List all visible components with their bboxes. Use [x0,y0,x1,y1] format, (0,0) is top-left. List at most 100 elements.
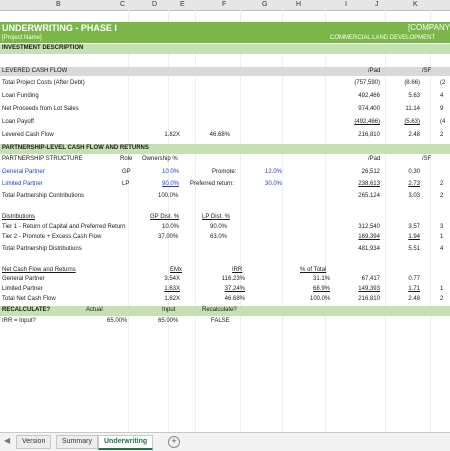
sf-value: (8.66) [404,80,420,86]
company-name: [COMPANY [408,23,450,32]
table-row[interactable]: Loan Funding 492,466 5.63 4 [0,92,450,101]
row-label: Levered Cash Flow [2,132,54,138]
row-label: Loan Funding [2,93,39,99]
distributions-header-row: Distributions GP Dist. % LP Dist. % [0,213,450,222]
pct-value: 31.1% [312,276,330,282]
col-pad-label: /Pad [368,156,381,162]
extra-value: 2 [440,132,444,138]
ownership-value: 100.0% [158,193,179,199]
table-row[interactable]: Limited Partner 1.63X 37.24% 68.9% 149,3… [0,285,450,294]
pref-return-value: 30.0% [265,181,283,187]
extra-value: 4 [440,93,444,99]
sf-value: 11.14 [405,106,420,112]
row-label: IRR = Input? [2,318,36,324]
gp-dist-label: GP Dist. % [150,214,180,220]
col-header-k[interactable]: K [413,1,418,8]
table-row[interactable]: Net Proceeds from Lot Sales 974,400 11.1… [0,105,450,114]
sf-value: 3.57 [408,224,420,230]
table-row[interactable]: Tier 2 - Promote + Excess Cash Flow 37.0… [0,233,450,242]
extra-value: 4 [440,246,444,252]
col-header-e[interactable]: E [180,1,185,8]
col-header-d[interactable]: D [152,1,157,8]
extra-value: (4 [440,119,446,125]
table-row[interactable]: General Partner GP 10.0% Promote: 12.0% … [0,168,450,177]
pad-value: 481,934 [358,246,380,252]
pct-total-label: % of Total [300,267,327,273]
title-row: UNDERWRITING - PHASE I [COMPANY [0,22,450,34]
emx-value: 3.54X [164,276,180,282]
pct-value: 100.0% [310,296,331,302]
table-row-total[interactable]: Total Partnership Distributions 481,934 … [0,245,450,254]
net-cash-flow-header: Net Cash Flow and Returns [2,267,76,273]
row-label: Limited Partner [2,286,43,292]
table-row-total[interactable]: Levered Cash Flow 1.82X 46.68% 216,810 2… [0,131,450,140]
pad-value: 216,810 [358,132,380,138]
promote-label: Promote: [212,169,237,175]
pad-value: 149,393 [358,286,380,292]
col-header-h[interactable]: H [296,1,301,8]
pad-value: 238,613 [358,181,380,187]
table-row[interactable]: General Partner 3.54X 116.23% 31.1% 67,4… [0,275,450,284]
actual-value: 65.00% [107,318,128,324]
sf-value: 2.48 [408,132,420,138]
col-header-b[interactable]: B [56,1,61,8]
pad-value: 26,512 [361,169,380,175]
table-row-total[interactable]: Total Net Cash Flow 1.82X 46.68% 100.0% … [0,295,450,304]
structure-label: PARTNERSHIP STRUCTURE [2,156,83,162]
ownership-value: 90.0% [162,181,180,187]
sf-value: 2.48 [408,296,420,302]
row-label: Loan Payoff [2,119,34,125]
extra-value: 2 [440,296,444,302]
emx-value: 1.63X [164,286,180,292]
irr-value: 46.68% [224,296,245,302]
extra-value: 2 [440,181,444,187]
pad-value: 216,810 [358,296,380,302]
pad-value: 492,466 [358,93,380,99]
col-header-c[interactable]: C [120,1,125,8]
sheet-tab-underwriting[interactable]: Underwriting [98,435,154,450]
pref-return-label: Preferred return: [190,181,235,187]
col-header-g[interactable]: G [262,1,267,8]
row-label: General Partner [2,276,45,282]
table-row[interactable]: Loan Payoff (492,466) (5.63) (4 [0,118,450,127]
prev-sheet-icon[interactable]: ◀ [4,437,12,445]
input-value[interactable]: 65.00% [158,318,178,324]
table-row-total[interactable]: Total Partnership Contributions 100.0% 2… [0,192,450,201]
pct-value: 68.9% [312,286,330,292]
promote-value: 12.0% [265,169,283,175]
lp-dist-label: LP Dist. % [202,214,230,220]
pad-value: (492,466) [354,119,380,125]
col-sf-label: /SF [422,156,432,162]
sheet-tab-summary[interactable]: Summary [56,435,98,449]
extra-value: 2 [440,193,444,199]
sf-value: 0.30 [408,169,420,175]
table-row[interactable]: IRR = Input? 65.00% 65.00% FALSE [0,317,450,326]
partnership-header: PARTNERSHIP-LEVEL CASH FLOW AND RETURNS [2,145,149,151]
irr-value: 37.24% [224,286,245,292]
table-row[interactable]: Tier 1 - Return of Capital and Preferred… [0,223,450,232]
col-pad-label: /Pad [368,68,381,74]
pad-value: 265,124 [358,193,380,199]
table-row[interactable]: Limited Partner LP 90.0% Preferred retur… [0,180,450,189]
emx-value: 1.82X [164,296,180,302]
pad-value: 169,394 [358,234,380,240]
lp-dist-value: 63.0% [210,234,228,240]
col-header-f[interactable]: F [222,1,226,8]
sheet-tab-bar: ◀ Version Summary Underwriting + [0,432,450,451]
levered-cash-flow-header-row: LEVERED CASH FLOW /Pad /SF [0,67,450,76]
table-row[interactable]: Total Project Costs (After Debt) (757,59… [0,79,450,88]
sf-value: 5.51 [408,246,420,252]
gp-dist-value: 37.00% [158,234,179,240]
col-header-j[interactable]: J [375,1,379,8]
row-label: Net Proceeds from Lot Sales [2,106,79,112]
add-sheet-icon[interactable]: + [168,436,180,448]
sheet-tab-version[interactable]: Version [16,435,52,449]
net-cash-flow-header-row: Net Cash Flow and Returns EMx IRR % of T… [0,266,450,275]
gp-dist-value: 10.0% [162,224,180,230]
project-name: [Project Name] [2,35,42,41]
col-header-i[interactable]: I [345,1,347,8]
sf-value: 1.94 [408,234,420,240]
recalc-header-row: RECALCULATE? Actual Input Recalculate? [0,306,450,316]
extra-value: 9 [440,106,444,112]
spreadsheet-grid[interactable]: UNDERWRITING - PHASE I [COMPANY [Project… [0,10,450,432]
